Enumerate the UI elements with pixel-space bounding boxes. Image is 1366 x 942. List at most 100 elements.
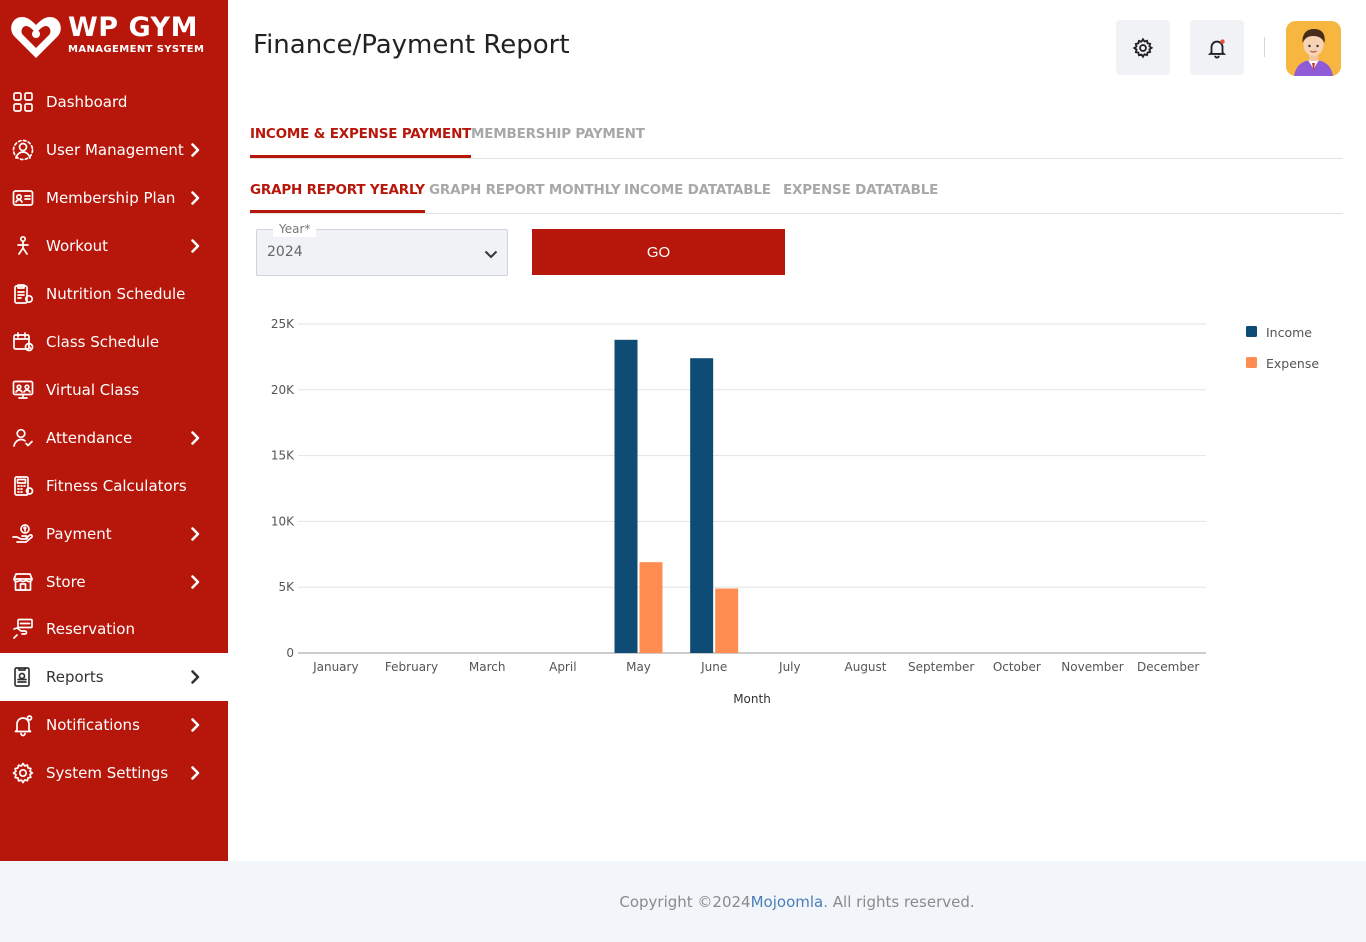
sidebar-item-class-schedule[interactable]: Class Schedule: [0, 318, 228, 366]
heart-logo-icon: [11, 17, 61, 58]
chevron-right-icon: [191, 143, 200, 157]
y-tick-label: 10K: [271, 514, 295, 528]
bar-expense-june: [715, 588, 739, 653]
primary-tabs: INCOME & EXPENSE PAYMENT MEMBERSHIP PAYME…: [250, 110, 1343, 159]
subtab-graph-report-monthly[interactable]: GRAPH REPORT MONTHLY: [429, 166, 621, 213]
header-divider: [1264, 37, 1265, 57]
go-button[interactable]: GO: [532, 229, 785, 275]
chevron-right-icon: [191, 718, 200, 732]
sidebar-item-label: User Management: [46, 141, 184, 159]
sidebar-item-label: Nutrition Schedule: [46, 285, 186, 303]
footer: Copyright ©2024 Mojoomla . All rights re…: [228, 861, 1366, 942]
sidebar-item-label: Virtual Class: [46, 381, 140, 399]
chevron-right-icon: [191, 527, 200, 541]
x-tick-label: March: [469, 660, 506, 674]
footer-brand-link[interactable]: Mojoomla: [751, 893, 824, 911]
sidebar-item-label: Store: [46, 573, 86, 591]
brand-subtitle: MANAGEMENT SYSTEM: [68, 44, 205, 55]
payment-hand-icon: [12, 524, 33, 543]
brand-title: WP GYM: [68, 12, 198, 43]
sidebar-item-store[interactable]: Store: [0, 558, 228, 606]
year-select-label: Year*: [273, 221, 317, 237]
sidebar: WP GYM MANAGEMENT SYSTEM Dashboard User M…: [0, 0, 228, 861]
sidebar-item-label: Notifications: [46, 716, 140, 734]
sidebar-item-label: System Settings: [46, 764, 169, 782]
nutrition-clipboard-icon: [14, 284, 34, 304]
bell-icon: [1207, 38, 1227, 59]
sidebar-item-fitness-calculators[interactable]: Fitness Calculators: [0, 462, 228, 510]
notifications-button[interactable]: [1190, 20, 1244, 75]
reports-icon: [14, 667, 30, 687]
chevron-right-icon: [191, 670, 200, 684]
calculator-icon: [14, 476, 34, 496]
sidebar-item-payment[interactable]: Payment: [0, 510, 228, 558]
avatar-person-icon: [1286, 21, 1341, 76]
page-title: Finance/Payment Report: [253, 30, 570, 60]
x-tick-label: July: [778, 660, 801, 674]
subtab-graph-report-yearly[interactable]: GRAPH REPORT YEARLY: [250, 166, 425, 213]
sidebar-item-attendance[interactable]: Attendance: [0, 414, 228, 462]
income-expense-bar-chart: 0 5K 10K 15K 20K 25K January February March April…: [271, 317, 1319, 706]
footer-copyright-suffix: . All rights reserved.: [823, 892, 975, 911]
x-tick-label: August: [845, 660, 887, 674]
sidebar-item-label: Workout: [46, 237, 109, 255]
y-tick-label: 0: [286, 646, 294, 660]
x-tick-label: February: [385, 660, 438, 674]
chevron-right-icon: [191, 431, 200, 445]
membership-card-icon: [12, 190, 34, 206]
chevron-right-icon: [191, 239, 200, 253]
bell-icon: [14, 715, 33, 737]
tab-income-expense-payment[interactable]: INCOME & EXPENSE PAYMENT: [250, 110, 471, 158]
settings-button[interactable]: [1116, 20, 1170, 75]
dashboard-grid-icon: [13, 92, 33, 112]
x-tick-label: September: [908, 660, 974, 674]
reservation-icon: [13, 618, 33, 639]
x-tick-label: October: [993, 660, 1041, 674]
x-tick-label: November: [1061, 660, 1123, 674]
sidebar-item-workout[interactable]: Workout: [0, 222, 228, 270]
bar-income-may: [614, 339, 638, 653]
tab-membership-payment[interactable]: MEMBERSHIP PAYMENT: [471, 110, 645, 158]
y-tick-label: 5K: [278, 580, 295, 594]
sidebar-item-membership-plan[interactable]: Membership Plan: [0, 174, 228, 222]
sidebar-item-label: Membership Plan: [46, 189, 176, 207]
x-tick-label: April: [549, 660, 576, 674]
sidebar-item-label: Attendance: [46, 429, 133, 447]
chevron-down-icon: [484, 250, 498, 259]
legend-swatch-expense: [1246, 357, 1257, 368]
chevron-right-icon: [191, 191, 200, 205]
y-tick-label: 25K: [271, 317, 295, 331]
sidebar-item-nutrition-schedule[interactable]: Nutrition Schedule: [0, 270, 228, 318]
year-select[interactable]: Year* 2024: [256, 221, 508, 276]
sidebar-item-reports[interactable]: Reports: [0, 653, 228, 701]
legend-swatch-income: [1246, 326, 1257, 337]
legend-label-income: Income: [1266, 325, 1312, 340]
virtual-class-icon: [12, 380, 34, 399]
sidebar-item-label: Reports: [46, 668, 104, 686]
x-tick-label: May: [626, 660, 651, 674]
workout-icon: [17, 235, 29, 255]
y-tick-label: 20K: [271, 383, 295, 397]
subtab-expense-datatable[interactable]: EXPENSE DATATABLE: [783, 166, 938, 213]
chevron-right-icon: [191, 766, 200, 780]
sidebar-item-virtual-class[interactable]: Virtual Class: [0, 366, 228, 414]
gear-icon: [12, 762, 34, 784]
gear-icon: [1132, 37, 1154, 58]
brand-logo[interactable]: WP GYM MANAGEMENT SYSTEM: [10, 12, 220, 62]
sidebar-item-reservation[interactable]: Reservation: [0, 605, 228, 653]
user-avatar[interactable]: [1286, 21, 1341, 76]
sidebar-item-label: Dashboard: [46, 93, 128, 111]
sidebar-item-label: Reservation: [46, 620, 135, 638]
sidebar-item-label: Class Schedule: [46, 333, 160, 351]
x-tick-label: January: [312, 660, 359, 674]
sidebar-item-dashboard[interactable]: Dashboard: [0, 78, 228, 126]
legend-label-expense: Expense: [1266, 356, 1319, 371]
chevron-right-icon: [191, 575, 200, 589]
users-gear-icon: [12, 139, 34, 161]
sidebar-item-user-management[interactable]: User Management: [0, 126, 228, 174]
subtab-income-datatable[interactable]: INCOME DATATABLE: [624, 166, 771, 213]
sidebar-item-notifications[interactable]: Notifications: [0, 701, 228, 749]
bar-expense-may: [639, 562, 663, 653]
sidebar-item-system-settings[interactable]: System Settings: [0, 749, 228, 797]
x-tick-label: December: [1137, 660, 1199, 674]
